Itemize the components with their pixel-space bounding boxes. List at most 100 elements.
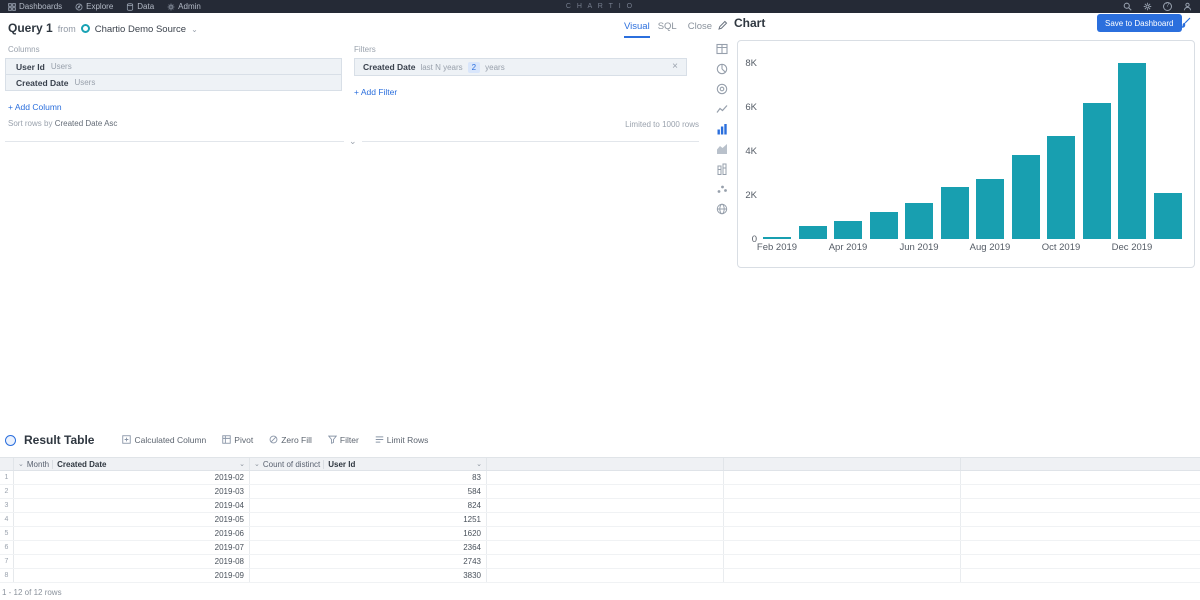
chart-bar-2019-02 [763, 237, 791, 239]
save-to-dashboard-button[interactable]: Save to Dashboard [1097, 14, 1182, 32]
zero-fill-button[interactable]: Zero Fill [269, 435, 312, 446]
nav-label: Data [137, 2, 155, 11]
chart-bar-2019-06 [905, 203, 933, 239]
pie-chart-icon[interactable] [716, 62, 729, 75]
cell-empty [724, 485, 961, 498]
chart-bar-2020-01 [1153, 192, 1182, 239]
table-icon[interactable] [716, 42, 729, 55]
grid-icon [8, 2, 16, 11]
collapse-query-chevron-icon[interactable]: ⌄ [344, 136, 362, 147]
header-created-date[interactable]: ⌄ Month Created Date ⌄ [14, 458, 250, 470]
y-axis-label: 2K [745, 190, 757, 201]
map-icon[interactable] [716, 202, 729, 215]
cell-empty [487, 471, 724, 484]
bar-chart-icon[interactable] [716, 122, 729, 135]
view-mode-tabs: Visual SQL Close [624, 21, 712, 38]
stacked-bar-icon[interactable] [716, 162, 729, 175]
cell-empty [724, 541, 961, 554]
filter-value-input[interactable]: 2 [467, 61, 481, 73]
filter-button[interactable]: Filter [327, 435, 359, 446]
aggregation-label[interactable]: Count of distinct [263, 460, 320, 469]
cell-empty [961, 541, 1200, 554]
chevron-down-icon[interactable]: ⌄ [18, 460, 24, 468]
nav-item-explore[interactable]: Explore [75, 2, 113, 11]
nav-item-dashboards[interactable]: Dashboards [8, 2, 62, 11]
search-icon[interactable] [1123, 2, 1132, 11]
row-count-status: 1 - 12 of 12 rows [2, 588, 62, 597]
chart-panel-title: Chart [734, 16, 766, 30]
close-button[interactable]: Close [688, 21, 712, 32]
y-axis-label: 6K [745, 102, 757, 113]
column-menu-icon[interactable]: ⌄ [476, 460, 482, 468]
aggregation-label[interactable]: Month [27, 460, 49, 469]
chart-bar-2019-05 [869, 211, 898, 239]
chevron-down-icon[interactable]: ⌄ [254, 460, 260, 468]
cell-empty [724, 499, 961, 512]
edit-chart-icon[interactable] [717, 18, 728, 36]
tab-sql[interactable]: SQL [658, 21, 677, 36]
column-header-label: User Id [323, 459, 355, 469]
chart-bar-2019-07 [940, 187, 969, 239]
column-menu-icon[interactable]: ⌄ [239, 460, 245, 468]
chart-panel: 0 2K 4K 6K 8K Feb 2019 Apr 2019 Jun 2019 Aug 20… [737, 40, 1195, 268]
row-number: 8 [0, 569, 14, 582]
area-chart-icon[interactable] [716, 142, 729, 155]
paintbrush-icon[interactable] [1179, 16, 1191, 34]
cell-user-count: 584 [250, 485, 487, 498]
tab-visual[interactable]: Visual [624, 21, 650, 38]
filter-name: Created Date [363, 62, 416, 72]
cell-created-date: 2019-07 [14, 541, 250, 554]
tool-label: Zero Fill [281, 435, 312, 445]
x-axis-label: Aug 2019 [969, 242, 1011, 253]
scatter-plot-icon[interactable] [716, 182, 729, 195]
cell-user-count: 2743 [250, 555, 487, 568]
chart-bar-2019-04 [834, 220, 862, 239]
column-item-created-date[interactable]: Created Date Users [5, 74, 342, 91]
cell-created-date: 2019-03 [14, 485, 250, 498]
calculated-column-button[interactable]: Calculated Column [122, 434, 206, 446]
x-axis-label: Oct 2019 [1041, 242, 1081, 253]
cell-user-count: 824 [250, 499, 487, 512]
line-chart-icon[interactable] [716, 102, 729, 115]
user-icon[interactable] [1183, 2, 1192, 11]
chart-type-selector [712, 42, 732, 215]
data-source-selector[interactable]: Chartio Demo Source [95, 24, 186, 35]
pivot-button[interactable]: Pivot [222, 434, 254, 446]
remove-filter-icon[interactable]: × [672, 62, 678, 72]
filter-item-created-date[interactable]: Created Date last N years 2 years × [354, 58, 687, 76]
header-user-id[interactable]: ⌄ Count of distinct User Id ⌄ [250, 458, 487, 470]
chart-bar-2019-03 [798, 226, 827, 239]
nav-item-admin[interactable]: Admin [167, 2, 201, 11]
donut-chart-icon[interactable] [716, 82, 729, 95]
column-table: Users [74, 78, 96, 87]
cell-empty [961, 471, 1200, 484]
x-axis: Feb 2019 Apr 2019 Jun 2019 Aug 2019 Oct 2019… [757, 242, 1189, 256]
add-filter-button[interactable]: + Add Filter [354, 87, 397, 97]
column-name: Created Date [16, 77, 69, 88]
nav-item-data[interactable]: Data [126, 2, 154, 11]
table-row: 1 2019-02 83 [0, 471, 1200, 485]
chevron-down-icon[interactable]: ⌄ [191, 26, 198, 34]
help-icon[interactable]: ? [1163, 2, 1172, 11]
nav-label: Dashboards [19, 2, 63, 11]
add-column-button[interactable]: + Add Column [8, 102, 62, 112]
table-row: 3 2019-04 824 [0, 499, 1200, 513]
tool-label: Pivot [234, 435, 254, 445]
cell-empty [487, 513, 724, 526]
cell-user-count: 2364 [250, 541, 487, 554]
column-item-user-id[interactable]: User Id Users [5, 58, 342, 75]
settings-icon[interactable] [1143, 2, 1152, 11]
filter-condition: last N years [420, 62, 463, 72]
cell-empty [487, 499, 724, 512]
limit-rows-button[interactable]: Limit Rows [375, 435, 428, 446]
table-body: 1 2019-02 83 2 2019-03 584 3 2019-04 824 4 2019-05… [0, 471, 1200, 583]
cell-empty [487, 555, 724, 568]
cell-created-date: 2019-08 [14, 555, 250, 568]
table-row: 4 2019-05 1251 [0, 513, 1200, 527]
sort-rows-control: Sort rows by Created Date Asc [8, 119, 117, 128]
sort-value-dropdown[interactable]: Created Date Asc [55, 119, 118, 128]
chart-bar-2019-11 [1082, 102, 1111, 239]
cell-empty [724, 513, 961, 526]
x-axis-label: Jun 2019 [899, 242, 939, 253]
cell-user-count: 1620 [250, 527, 487, 540]
